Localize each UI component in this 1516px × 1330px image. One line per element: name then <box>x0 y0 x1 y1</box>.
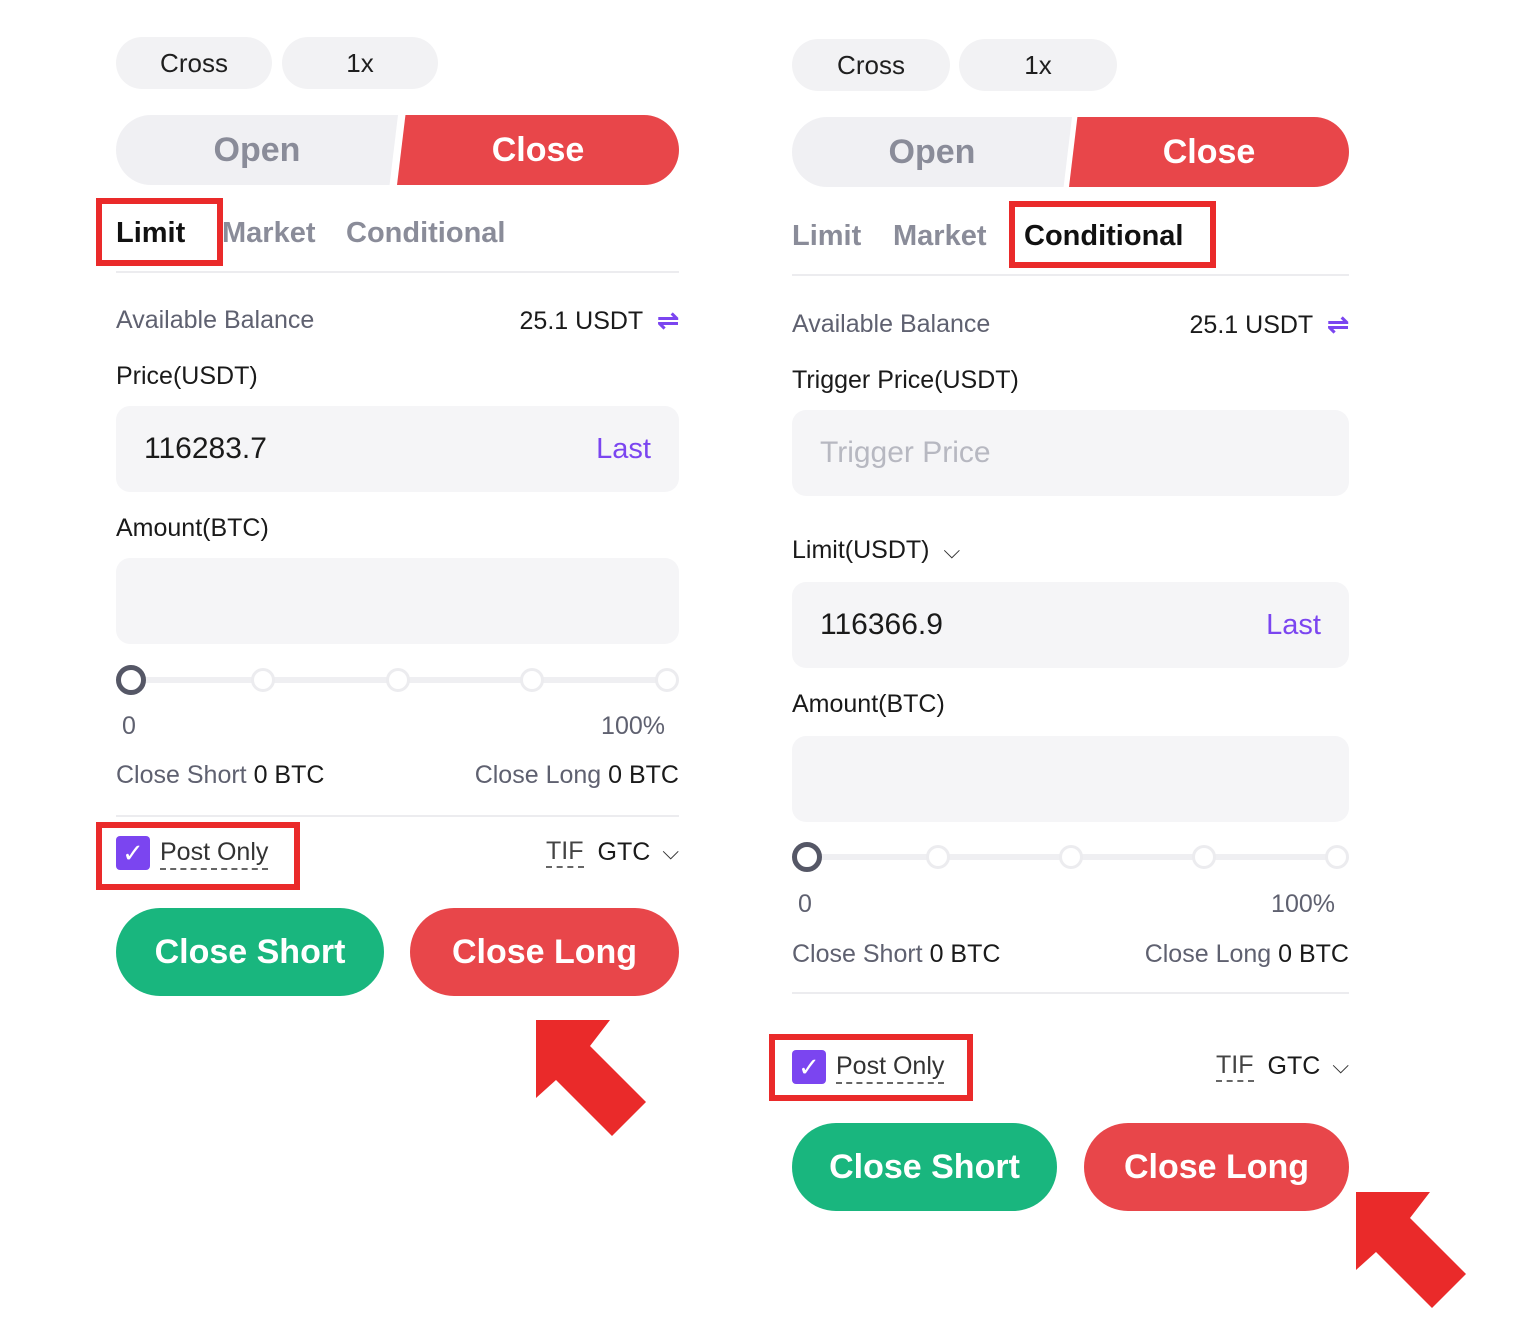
slider-step[interactable] <box>1325 845 1349 869</box>
close-long-amount: 0 BTC <box>1278 940 1349 968</box>
tif-value[interactable]: GTC <box>598 838 651 867</box>
divider <box>792 992 1349 994</box>
balance-value-group: 25.1 USDT ⇌ <box>520 305 679 336</box>
open-close-toggle: Open Close <box>116 115 679 185</box>
trigger-price-placeholder[interactable]: Trigger Price <box>820 436 991 470</box>
limit-price-input[interactable]: 116366.9 Last <box>792 582 1349 668</box>
slider-step[interactable] <box>1059 845 1083 869</box>
last-price-button[interactable]: Last <box>596 433 651 466</box>
limit-price-value[interactable]: 116366.9 <box>820 608 943 642</box>
balance-row: Available Balance 25.1 USDT ⇌ <box>116 305 679 336</box>
chevron-down-icon[interactable]: ⌵ <box>662 839 679 865</box>
slider-step[interactable] <box>1192 845 1216 869</box>
price-value[interactable]: 116283.7 <box>144 432 267 466</box>
close-short-amount: 0 BTC <box>253 761 325 789</box>
tif-label: TIF <box>546 836 584 868</box>
highlight-box-conditional-tab <box>1009 201 1216 268</box>
amount-input[interactable] <box>116 558 679 644</box>
arrow-pointer-icon <box>1356 1192 1466 1308</box>
position-row: Close Short 0 BTC Close Long 0 BTC <box>792 940 1349 969</box>
trigger-price-label: Trigger Price(USDT) <box>792 366 1019 394</box>
close-long-text: Close Long <box>474 761 602 789</box>
chevron-down-icon[interactable]: ⌵ <box>944 538 961 564</box>
divider <box>116 815 679 817</box>
amount-input[interactable] <box>792 736 1349 822</box>
balance-value: 25.1 USDT <box>519 307 644 335</box>
close-short-button[interactable]: Close Short <box>792 1123 1057 1211</box>
amount-label: Amount(BTC) <box>792 690 945 718</box>
tab-conditional[interactable]: Conditional <box>346 213 505 253</box>
tif-select[interactable]: TIF GTC ⌵ <box>1216 1050 1349 1082</box>
open-close-toggle: Open Close <box>792 117 1349 187</box>
close-tab[interactable]: Close <box>397 115 679 185</box>
balance-label: Available Balance <box>116 306 315 334</box>
open-tab[interactable]: Open <box>116 115 398 185</box>
leverage-button[interactable]: 1x <box>959 39 1117 91</box>
tab-limit[interactable]: Limit <box>792 216 861 256</box>
highlight-box-post-only <box>96 822 300 890</box>
position-row: Close Short 0 BTC Close Long 0 BTC <box>116 761 679 790</box>
close-short-text: Close Short <box>116 761 247 789</box>
open-tab[interactable]: Open <box>792 117 1072 187</box>
close-short-text: Close Short <box>792 940 923 968</box>
margin-mode-button[interactable]: Cross <box>116 37 272 89</box>
balance-value: 25.1 USDT <box>1189 311 1314 339</box>
close-long-button[interactable]: Close Long <box>1084 1123 1349 1211</box>
slider-step[interactable] <box>386 668 410 692</box>
last-price-button[interactable]: Last <box>1266 609 1321 642</box>
tif-label: TIF <box>1216 1050 1254 1082</box>
close-long-text: Close Long <box>1144 940 1272 968</box>
tif-select[interactable]: TIF GTC ⌵ <box>546 836 679 868</box>
close-long-amount: 0 BTC <box>608 761 679 789</box>
tab-market[interactable]: Market <box>222 213 316 253</box>
close-long-button[interactable]: Close Long <box>410 908 679 996</box>
balance-row: Available Balance 25.1 USDT ⇌ <box>792 309 1349 340</box>
balance-label: Available Balance <box>792 310 991 338</box>
limit-price-dropdown[interactable]: Limit(USDT) ⌵ <box>792 536 960 565</box>
close-short-amount: 0 BTC <box>929 940 1001 968</box>
highlight-box-limit-tab <box>96 198 223 266</box>
close-short-button[interactable]: Close Short <box>116 908 384 996</box>
slider-min-label: 0 <box>122 712 136 740</box>
transfer-icon[interactable]: ⇌ <box>1327 309 1349 339</box>
amount-slider[interactable] <box>792 842 1349 872</box>
arrow-pointer-icon <box>536 1020 646 1136</box>
balance-value-group: 25.1 USDT ⇌ <box>1190 309 1349 340</box>
margin-mode-button[interactable]: Cross <box>792 39 950 91</box>
highlight-box-post-only <box>769 1034 973 1101</box>
close-tab[interactable]: Close <box>1069 117 1349 187</box>
trigger-price-input[interactable]: Trigger Price <box>792 410 1349 496</box>
slider-max-label: 100% <box>601 712 665 740</box>
slider-step[interactable] <box>655 668 679 692</box>
chevron-down-icon[interactable]: ⌵ <box>1332 1053 1349 1079</box>
slider-handle[interactable] <box>792 842 822 872</box>
price-input[interactable]: 116283.7 Last <box>116 406 679 492</box>
limit-price-label[interactable]: Limit(USDT) <box>792 536 930 565</box>
slider-handle[interactable] <box>116 665 146 695</box>
leverage-button[interactable]: 1x <box>282 37 438 89</box>
amount-label: Amount(BTC) <box>116 514 269 542</box>
price-label: Price(USDT) <box>116 362 258 390</box>
amount-slider[interactable] <box>116 665 679 695</box>
tif-value[interactable]: GTC <box>1268 1052 1321 1081</box>
slider-scale: 0 100% <box>792 890 1349 919</box>
slider-step[interactable] <box>251 668 275 692</box>
slider-max-label: 100% <box>1271 890 1335 918</box>
tab-market[interactable]: Market <box>893 216 987 256</box>
slider-step[interactable] <box>926 845 950 869</box>
transfer-icon[interactable]: ⇌ <box>657 305 679 335</box>
slider-step[interactable] <box>520 668 544 692</box>
slider-min-label: 0 <box>798 890 812 918</box>
slider-scale: 0 100% <box>116 712 679 741</box>
